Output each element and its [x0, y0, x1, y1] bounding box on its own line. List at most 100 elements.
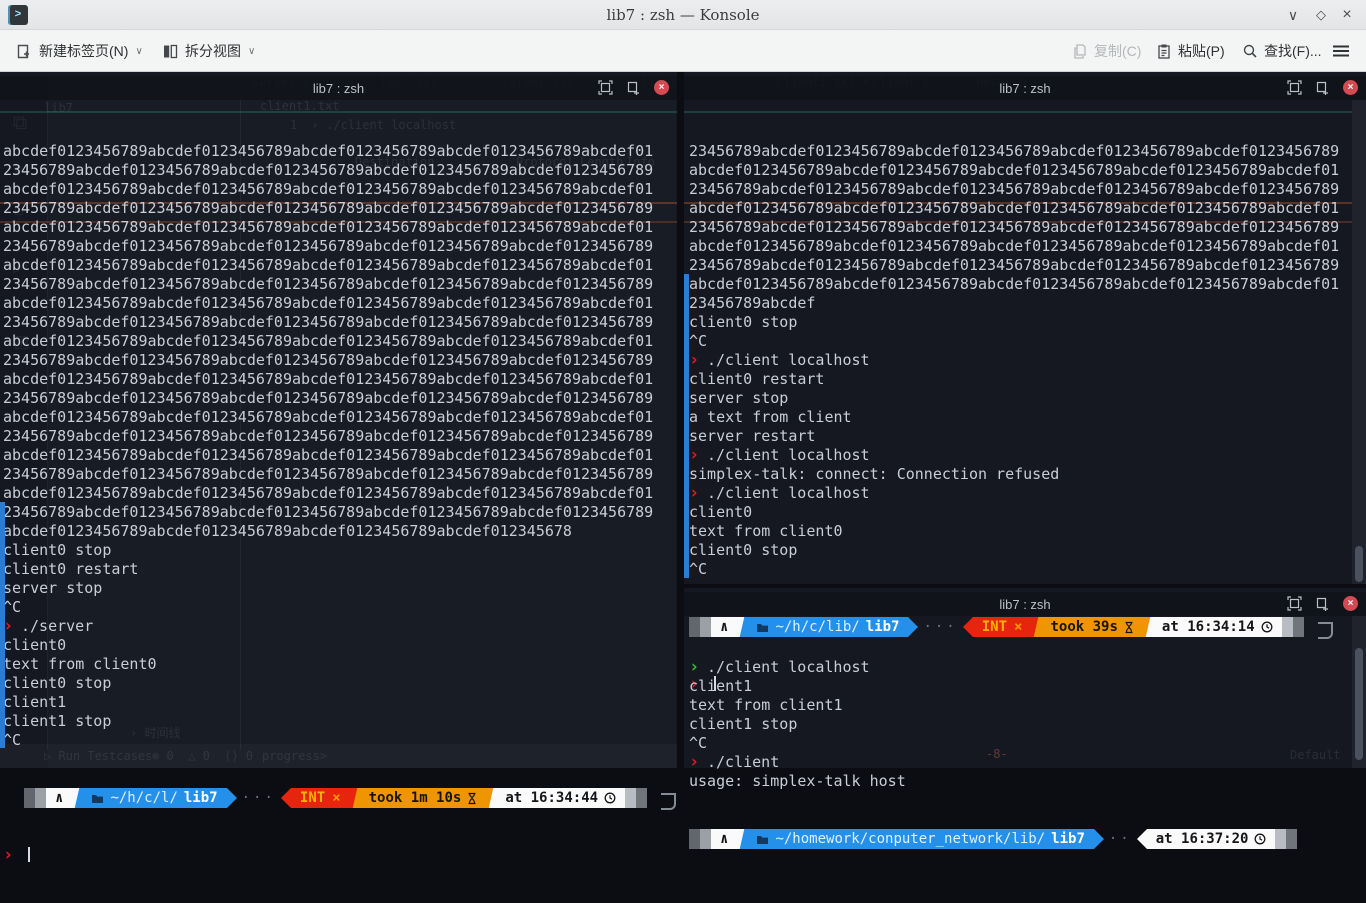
- terminal-output[interactable]: abcdef0123456789abcdef0123456789abcdef01…: [0, 100, 677, 903]
- terminal-line: abcdef0123456789abcdef0123456789abcdef01…: [3, 142, 677, 161]
- maximize-pane-icon[interactable]: [1287, 80, 1302, 95]
- paste-button[interactable]: 粘贴(P): [1152, 38, 1229, 64]
- scrollbar-thumb[interactable]: [1355, 546, 1363, 582]
- terminal-line: client1 stop: [689, 715, 1366, 734]
- new-tab-icon: [16, 43, 33, 60]
- pane-titlebar[interactable]: lib7 : zsh ×: [684, 76, 1366, 100]
- pane-title: lib7 : zsh: [999, 81, 1050, 96]
- terminal-line: abcdef0123456789abcdef0123456789abcdef01…: [3, 332, 677, 351]
- prompt-arrow-red: ›: [3, 846, 21, 865]
- terminal-line: ^C: [689, 332, 1366, 351]
- new-lines-highlight-strip: [0, 502, 5, 748]
- cwd-dirname: lib7: [184, 789, 218, 808]
- terminal-line: client1: [3, 693, 677, 712]
- split-view-label: 拆分视图: [185, 41, 241, 61]
- terminal-line: ^C: [689, 734, 1366, 753]
- minimize-button[interactable]: ∨: [1282, 4, 1304, 26]
- scrollbar[interactable]: [1352, 616, 1366, 768]
- window-titlebar[interactable]: > lib7 : zsh — Konsole ∨ ◇ ×: [0, 0, 1366, 30]
- split-pane-icon[interactable]: [1315, 596, 1330, 611]
- terminal-line: client1: [689, 677, 1366, 696]
- caret-segment: ∧: [711, 829, 737, 849]
- terminal-line: ^C: [3, 731, 677, 750]
- terminal-line: abcdef0123456789abcdef0123456789abcdef01…: [3, 408, 677, 427]
- duration-segment: took 1m 10s: [360, 788, 487, 808]
- terminal-line: ›./server: [3, 617, 677, 636]
- terminal-lines: ›./client localhostclient1text from clie…: [689, 658, 1366, 791]
- terminal-line: text from client0: [689, 522, 1366, 541]
- terminal-line: 23456789abcdef0123456789abcdef0123456789…: [3, 351, 677, 370]
- split-pane-icon[interactable]: [626, 80, 641, 95]
- find-label: 查找(F)...: [1264, 41, 1322, 61]
- terminal-line: 23456789abcdef0123456789abcdef0123456789…: [3, 237, 677, 256]
- copy-label: 复制(C): [1094, 41, 1141, 61]
- time-segment: at 16:37:20: [1147, 829, 1276, 849]
- terminal-line: usage: simplex-talk host: [689, 772, 1366, 791]
- prompt-arrow-red: ›: [689, 484, 707, 503]
- powerline-prompt: ∧~/homework/conputer_network/lib/lib7··a…: [689, 829, 1366, 849]
- terminal-line: a text from client: [689, 408, 1366, 427]
- terminal-line: 23456789abcdef0123456789abcdef0123456789…: [3, 199, 677, 218]
- find-button[interactable]: 查找(F)...: [1238, 38, 1326, 64]
- split-view-icon: [162, 43, 179, 60]
- pane-divider-vertical[interactable]: [677, 72, 684, 768]
- prompt-arrow-red: ›: [689, 446, 707, 465]
- terminal-line: ›./client localhost: [689, 658, 1366, 677]
- new-tab-button[interactable]: 新建标签页(N) ∨: [12, 38, 147, 64]
- terminal-output[interactable]: ›./client localhostclient1text from clie…: [684, 616, 1366, 887]
- paste-icon: [1156, 43, 1172, 60]
- close-pane-icon[interactable]: ×: [1343, 80, 1358, 95]
- pane-titlebar[interactable]: lib7 : zsh ×: [684, 592, 1366, 616]
- terminal-line: client0: [3, 636, 677, 655]
- terminal-line: 23456789abcdef0123456789abcdef0123456789…: [689, 218, 1366, 237]
- terminal-pane-left: lib7 : zsh × abcdef0123456789abcdef01234…: [0, 72, 677, 768]
- terminal-line: 23456789abcdef0123456789abcdef0123456789…: [3, 465, 677, 484]
- terminal-line: abcdef0123456789abcdef0123456789abcdef01…: [689, 275, 1366, 294]
- maximize-pane-icon[interactable]: [1287, 596, 1302, 611]
- caret-segment: ∧: [46, 788, 72, 808]
- terminal-line: 23456789abcdef0123456789abcdef0123456789…: [3, 313, 677, 332]
- terminal-line: 23456789abcdef0123456789abcdef0123456789…: [3, 275, 677, 294]
- close-pane-icon[interactable]: ×: [1343, 596, 1358, 611]
- maximize-pane-icon[interactable]: [598, 80, 613, 95]
- menu-button[interactable]: [1328, 38, 1354, 64]
- prompt-cursor-line: ›: [3, 846, 677, 865]
- pane-titlebar[interactable]: lib7 : zsh ×: [0, 76, 677, 100]
- pane-divider-horizontal[interactable]: [684, 584, 1366, 588]
- terminal-line: text from client0: [3, 655, 677, 674]
- prompt-arrow-red: ›: [689, 753, 707, 772]
- exit-status-segment: INT×: [291, 788, 350, 808]
- terminal-line: abcdef0123456789abcdef0123456789abcdef01…: [3, 256, 677, 275]
- terminal-line: client0 restart: [3, 560, 677, 579]
- terminal-line: abcdef0123456789abcdef0123456789abcdef01…: [3, 218, 677, 237]
- scrollbar[interactable]: [1352, 100, 1366, 584]
- terminal-pane-right-bottom: lib7 : zsh × ›./client localhostclient1t…: [684, 588, 1366, 768]
- terminal-line: 23456789abcdef0123456789abcdef0123456789…: [3, 161, 677, 180]
- terminal-line: ›./client localhost: [689, 446, 1366, 465]
- paste-label: 粘贴(P): [1178, 41, 1225, 61]
- new-tab-label: 新建标签页(N): [39, 41, 128, 61]
- scrollbar-thumb[interactable]: [1355, 648, 1363, 760]
- cwd-segment: ~/h/c/l/lib7: [82, 788, 226, 808]
- terminal-line: abcdef0123456789abcdef0123456789abcdef01…: [689, 237, 1366, 256]
- terminal-line: client0: [689, 503, 1366, 522]
- split-view-button[interactable]: 拆分视图 ∨: [158, 38, 259, 64]
- close-pane-icon[interactable]: ×: [654, 80, 669, 95]
- terminal-line: ›./client localhost: [689, 484, 1366, 503]
- terminal-line: 23456789abcdef0123456789abcdef0123456789…: [689, 256, 1366, 275]
- maximize-button[interactable]: ◇: [1310, 4, 1332, 26]
- cwd-dirname: lib7: [1051, 830, 1085, 849]
- terminal-lines: abcdef0123456789abcdef0123456789abcdef01…: [3, 142, 677, 750]
- pane-title: lib7 : zsh: [313, 81, 364, 96]
- terminal-line: 23456789abcdef0123456789abcdef0123456789…: [3, 427, 677, 446]
- terminal-line: ›./client localhost: [689, 351, 1366, 370]
- split-pane-icon[interactable]: [1315, 80, 1330, 95]
- terminal-line: server stop: [3, 579, 677, 598]
- toolbar: 新建标签页(N) ∨ 拆分视图 ∨ 复制(C) 粘贴(P) 查找(F)...: [0, 30, 1366, 72]
- terminal-line: client1 stop: [3, 712, 677, 731]
- terminal-line: ^C: [3, 598, 677, 617]
- copy-button[interactable]: 复制(C): [1068, 38, 1145, 64]
- search-icon: [1242, 43, 1258, 59]
- close-button[interactable]: ×: [1336, 4, 1358, 26]
- cwd-segment: ~/homework/conputer_network/lib/lib7: [747, 829, 1093, 849]
